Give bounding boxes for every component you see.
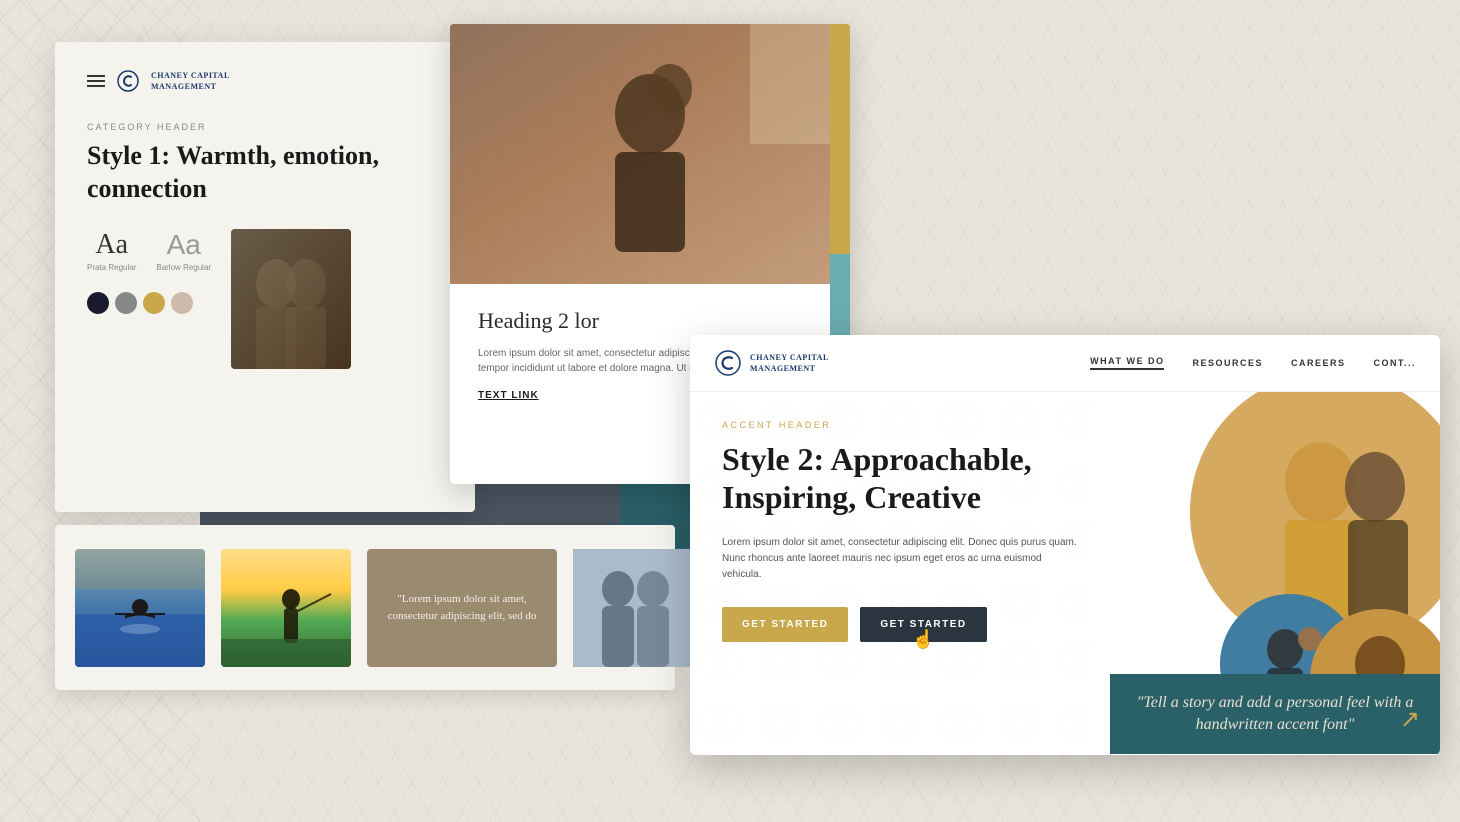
website-left-content: Accent Header Style 2: Approachable, Ins… (690, 392, 1110, 754)
style-guide-bottom: Aa Prata Regular Aa Barlow Regular (87, 229, 443, 369)
website-right-photos: "Tell a story and add a personal feel wi… (1110, 392, 1440, 754)
style2-heading: Style 2: Approachable, Inspiring, Creati… (722, 440, 1078, 517)
website-content: Accent Header Style 2: Approachable, Ins… (690, 392, 1440, 754)
font-samples: Aa Prata Regular Aa Barlow Regular (87, 229, 211, 272)
website-teal-bottom: "Tell a story and add a personal feel wi… (1110, 674, 1440, 754)
style1-heading: Style 1: Warmth, emotion, connection (87, 140, 443, 205)
thumbnail-kayak (75, 549, 205, 667)
font-large-barlow: Aa (167, 229, 201, 261)
thumbnail-golf (221, 549, 351, 667)
website-logo: Chaney Capital Management (714, 349, 829, 377)
quote-text: "Lorem ipsum dolor sit amet, consectetur… (383, 591, 541, 624)
quote-block: "Lorem ipsum dolor sit amet, consectetur… (367, 549, 557, 667)
hamburger-line (87, 85, 105, 87)
hamburger-line (87, 75, 105, 77)
hamburger-menu[interactable] (87, 75, 105, 87)
font-sample-barlow: Aa Barlow Regular (156, 229, 211, 272)
website-nav-items: What We Do Resources Careers Cont... (1090, 356, 1416, 370)
website-body-text: Lorem ipsum dolor sit amet, consectetur … (722, 535, 1078, 583)
swatch-tan (171, 292, 193, 314)
nav-item-resources[interactable]: Resources (1192, 358, 1263, 368)
get-started-gold-button[interactable]: GET STARTED (722, 607, 848, 642)
nav-item-contact[interactable]: Cont... (1373, 358, 1416, 368)
thumbnail-people (573, 549, 693, 667)
website-mockup-card: Chaney Capital Management What We Do Res… (690, 335, 1440, 755)
accent-gold (830, 24, 850, 254)
photo-top (450, 24, 850, 284)
logo-text: Chaney Capital Management (151, 71, 230, 90)
color-swatches (87, 292, 211, 314)
swatch-gold (143, 292, 165, 314)
card1-navbar: Chaney Capital Management (87, 70, 443, 92)
accent-header-label: Accent Header (722, 420, 1078, 430)
font-sample-prata: Aa Prata Regular (87, 229, 136, 272)
nav-item-careers[interactable]: Careers (1291, 358, 1346, 368)
category-label: Category Header (87, 122, 443, 132)
button-group: GET STARTED GET STARTED ☝ (722, 607, 1078, 642)
font-large-prata: Aa (95, 229, 128, 261)
style-guide-card: Chaney Capital Management Category Heade… (55, 42, 475, 512)
swatch-grey (115, 292, 137, 314)
typography-section: Aa Prata Regular Aa Barlow Regular (87, 229, 211, 314)
font-name-barlow: Barlow Regular (156, 263, 211, 272)
website-logo-icon (714, 349, 742, 377)
website-logo-text: Chaney Capital Management (750, 353, 829, 372)
handwritten-quote: "Tell a story and add a personal feel wi… (1110, 692, 1440, 737)
logo-icon (117, 70, 139, 92)
portrait-photo (231, 229, 351, 369)
font-name-prata: Prata Regular (87, 263, 136, 272)
nav-item-what-we-do[interactable]: What We Do (1090, 356, 1164, 370)
hamburger-line (87, 80, 105, 82)
thumbnails-card: "Lorem ipsum dolor sit amet, consectetur… (55, 525, 675, 690)
swatch-dark (87, 292, 109, 314)
arrow-decoration: ↗ (1400, 705, 1420, 734)
cursor-hand-icon: ☝ (912, 629, 934, 650)
content-heading2: Heading 2 lor (478, 308, 822, 334)
website-nav: Chaney Capital Management What We Do Res… (690, 335, 1440, 392)
